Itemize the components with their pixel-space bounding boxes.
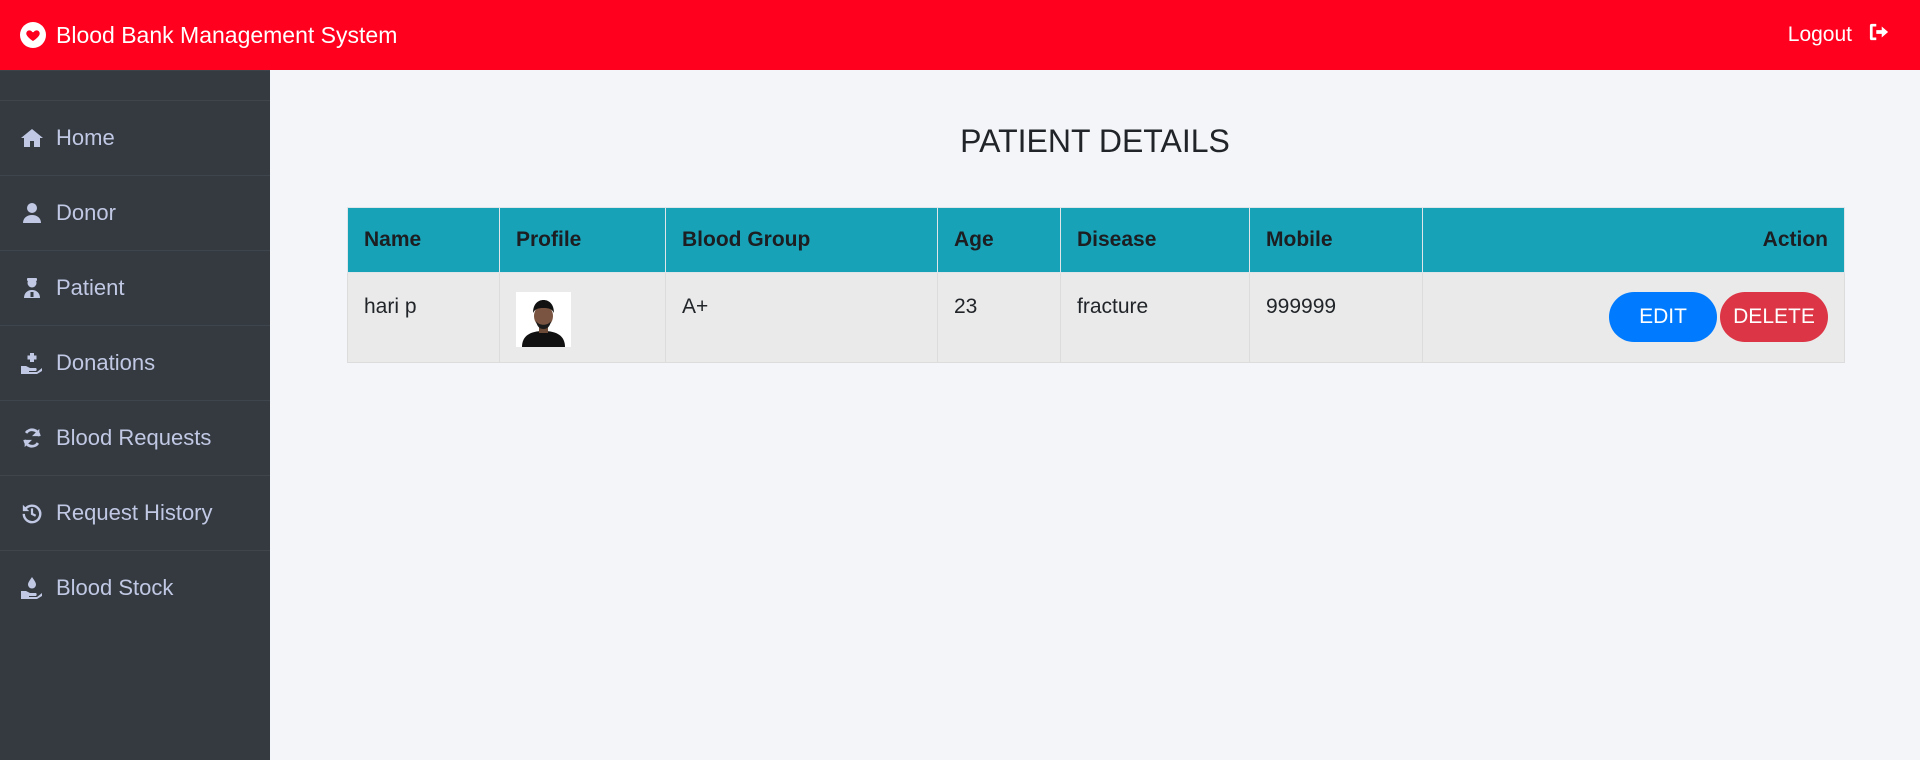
sidebar-item-blood-stock[interactable]: Blood Stock bbox=[0, 550, 270, 625]
refresh-icon bbox=[20, 426, 44, 450]
sidebar-item-request-history[interactable]: Request History bbox=[0, 475, 270, 550]
logout-button[interactable]: Logout bbox=[1788, 22, 1890, 48]
patient-blood-group: A+ bbox=[665, 272, 938, 363]
edit-button[interactable]: EDIT bbox=[1609, 292, 1717, 342]
top-navbar: Blood Bank Management System Logout bbox=[0, 0, 1920, 70]
sidebar-item-label: Donations bbox=[56, 350, 156, 375]
sidebar-item-label: Donor bbox=[56, 200, 116, 225]
main-content: PATIENT DETAILS Name Profile Blood Group… bbox=[270, 70, 1920, 760]
column-header-profile: Profile bbox=[499, 207, 666, 273]
home-icon bbox=[20, 126, 44, 150]
user-icon bbox=[20, 201, 44, 225]
patient-mobile: 999999 bbox=[1249, 272, 1423, 363]
delete-button[interactable]: DELETE bbox=[1720, 292, 1828, 342]
column-header-disease: Disease bbox=[1060, 207, 1250, 273]
action-cell: EDIT DELETE bbox=[1422, 272, 1845, 363]
patient-table: Name Profile Blood Group Age Disease Mob… bbox=[347, 207, 1845, 363]
patient-name: hari p bbox=[347, 272, 500, 363]
column-header-name: Name bbox=[347, 207, 500, 273]
page-title: PATIENT DETAILS bbox=[960, 123, 1230, 159]
sidebar-item-donor[interactable]: Donor bbox=[0, 175, 270, 250]
sidebar-item-label: Blood Stock bbox=[56, 575, 174, 600]
logout-label: Logout bbox=[1787, 23, 1852, 46]
sidebar: Home Donor Patient Donations Blood Reque… bbox=[0, 70, 270, 760]
brand[interactable]: Blood Bank Management System bbox=[20, 22, 397, 49]
profile-cell bbox=[499, 272, 666, 363]
sidebar-item-label: Request History bbox=[56, 500, 213, 525]
sidebar-item-blood-requests[interactable]: Blood Requests bbox=[0, 400, 270, 475]
hand-donate-icon bbox=[20, 351, 44, 375]
sidebar-item-home[interactable]: Home bbox=[0, 100, 270, 175]
column-header-action: Action bbox=[1422, 207, 1845, 273]
sidebar-item-donations[interactable]: Donations bbox=[0, 325, 270, 400]
patient-icon bbox=[20, 276, 44, 300]
column-header-age: Age bbox=[937, 207, 1061, 273]
sidebar-item-patient[interactable]: Patient bbox=[0, 250, 270, 325]
history-icon bbox=[20, 501, 44, 525]
table-header-row: Name Profile Blood Group Age Disease Mob… bbox=[347, 207, 1845, 273]
patient-age: 23 bbox=[937, 272, 1061, 363]
patient-disease: fracture bbox=[1060, 272, 1250, 363]
app-title: Blood Bank Management System bbox=[56, 21, 398, 48]
sidebar-item-label: Blood Requests bbox=[56, 425, 212, 450]
sidebar-item-label: Patient bbox=[56, 275, 125, 300]
table-row: hari p A+ 23 fracture 999999 EDIT DELETE bbox=[347, 272, 1845, 363]
sign-out-icon bbox=[1868, 22, 1890, 48]
sidebar-item-label: Home bbox=[56, 125, 115, 150]
column-header-mobile: Mobile bbox=[1249, 207, 1423, 273]
column-header-blood-group: Blood Group bbox=[665, 207, 938, 273]
avatar bbox=[516, 292, 649, 347]
heart-icon bbox=[20, 22, 46, 48]
hand-drop-icon bbox=[20, 576, 44, 600]
